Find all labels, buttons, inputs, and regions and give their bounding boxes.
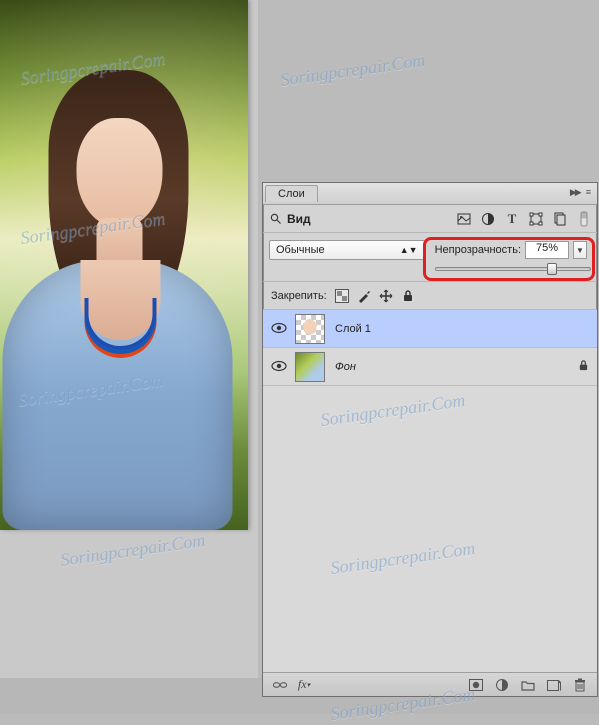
delete-layer-icon[interactable] [573, 678, 587, 692]
layer-filter-row: Вид T [263, 205, 597, 233]
layer-row-1[interactable]: Слой 1 [263, 310, 597, 348]
lock-transparency-icon[interactable] [335, 289, 349, 303]
lock-pixels-icon[interactable] [357, 289, 371, 303]
layer-thumbnail[interactable] [295, 352, 325, 382]
filter-kind-label: Вид [287, 212, 311, 226]
fx-icon[interactable]: fx▾ [297, 678, 311, 692]
opacity-control: Непрозрачность: 75% ▼ [431, 239, 591, 261]
visibility-toggle-icon[interactable] [271, 322, 285, 336]
workspace-canvas [0, 0, 258, 714]
opacity-dropdown-button[interactable]: ▼ [573, 241, 587, 259]
add-mask-icon[interactable] [469, 678, 483, 692]
panel-menu-icon[interactable]: ≡ [586, 187, 589, 198]
layers-list: Слой 1 Фон [263, 310, 597, 672]
document-image [0, 0, 248, 530]
panel-tabbar: Слои ▶▶ ≡ [263, 183, 597, 205]
blend-opacity-row: Обычные ▲▼ Непрозрачность: 75% ▼ [263, 233, 597, 282]
layer-locked-icon [578, 359, 589, 375]
filter-toggle-switch[interactable] [577, 212, 591, 226]
new-layer-icon[interactable] [547, 678, 561, 692]
layer-name-label[interactable]: Слой 1 [335, 323, 371, 335]
opacity-slider[interactable] [435, 267, 591, 271]
photo-subject [9, 60, 219, 520]
filter-shape-icon[interactable] [529, 212, 543, 226]
filter-smartobject-icon[interactable] [553, 212, 567, 226]
lock-position-icon[interactable] [379, 289, 393, 303]
lock-all-icon[interactable] [401, 289, 415, 303]
link-layers-icon[interactable] [273, 678, 287, 692]
panel-collapse-toggle-icon[interactable]: ▶▶ [570, 187, 580, 198]
lock-row: Закрепить: [263, 282, 597, 310]
opacity-slider-thumb[interactable] [547, 263, 557, 275]
blend-mode-dropdown[interactable]: Обычные ▲▼ [269, 240, 425, 260]
filter-type-icon[interactable]: T [505, 212, 519, 226]
visibility-toggle-icon[interactable] [271, 360, 285, 374]
filter-pixel-icon[interactable] [457, 212, 471, 226]
filter-kind-dropdown[interactable]: Вид [269, 212, 311, 226]
lock-label: Закрепить: [271, 290, 327, 302]
group-layers-icon[interactable] [521, 678, 535, 692]
layer-name-label[interactable]: Фон [335, 361, 356, 373]
opacity-label: Непрозрачность: [435, 244, 521, 256]
filter-adjustment-icon[interactable] [481, 212, 495, 226]
layer-thumbnail[interactable] [295, 314, 325, 344]
layers-panel-footer: fx▾ [263, 672, 597, 696]
chevron-updown-icon: ▲▼ [400, 245, 418, 255]
watermark-text: Soringpcrepair.Com [279, 50, 426, 91]
opacity-input[interactable]: 75% [525, 241, 569, 259]
search-icon [269, 212, 283, 226]
layer-row-2[interactable]: Фон [263, 348, 597, 386]
layers-panel: Слои ▶▶ ≡ Вид T [262, 182, 598, 697]
adjustment-layer-icon[interactable] [495, 678, 509, 692]
layers-empty-area [263, 386, 597, 672]
blend-mode-value: Обычные [276, 244, 325, 256]
tab-layers[interactable]: Слои [265, 185, 318, 202]
